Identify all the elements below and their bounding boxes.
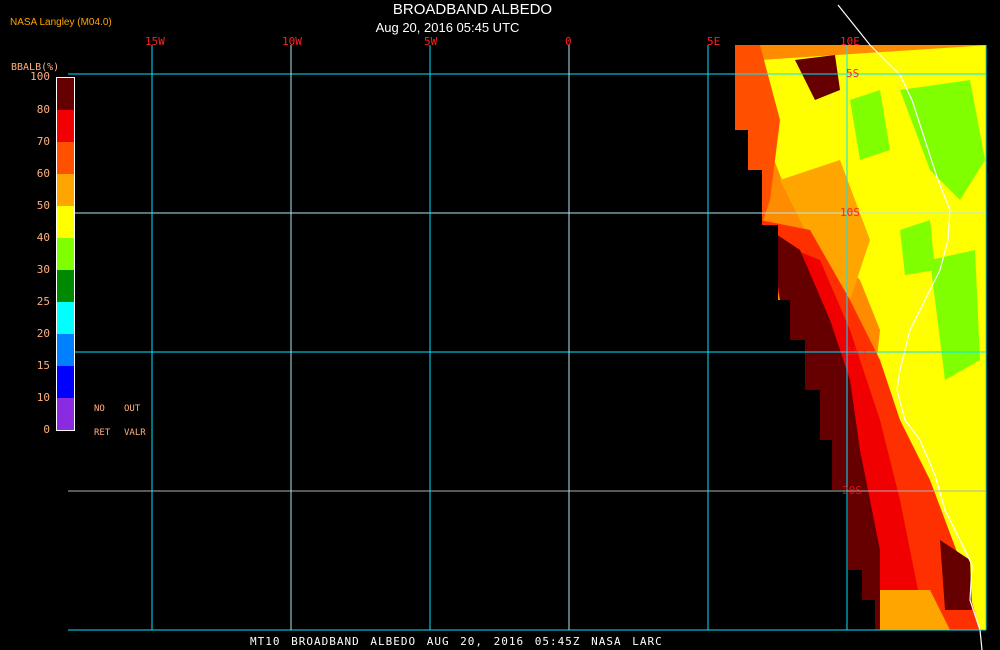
legend-tick: 30 <box>36 263 50 276</box>
legend-tick: 40 <box>36 231 50 244</box>
legend-tick: 80 <box>36 103 50 116</box>
albedo-data-field <box>722 45 986 630</box>
legend-swatch <box>57 398 74 430</box>
longitude-label: 10E <box>840 35 860 48</box>
legend-tick: 70 <box>36 135 50 148</box>
latitude-label: 5S <box>846 67 860 80</box>
legend-tick: 50 <box>36 199 50 212</box>
longitude-label: 5W <box>424 35 438 48</box>
legend-tick: 10 <box>36 391 50 404</box>
footer-caption: MT10 BROADBAND ALBEDO AUG 20, 2016 05:45… <box>250 635 663 648</box>
legend-swatch <box>57 110 74 142</box>
legend-tick: 60 <box>36 167 50 180</box>
legend-swatch <box>57 270 74 302</box>
no-ret-label: NO <box>94 404 105 414</box>
legend-tick: 20 <box>36 327 50 340</box>
legend-swatch <box>57 174 74 206</box>
out-valr-label: VALR <box>124 428 146 438</box>
longitude-label: 10W <box>282 35 302 48</box>
longitude-label: 5E <box>707 35 721 48</box>
latitude-label: 10S <box>840 206 860 219</box>
legend-tick: 100 <box>30 70 50 83</box>
map-timestamp: Aug 20, 2016 05:45 UTC <box>375 20 520 35</box>
legend-swatch <box>57 206 74 238</box>
map-title: BROADBAND ALBEDO <box>392 1 553 18</box>
legend-tick: 0 <box>43 423 50 436</box>
out-valr-label: OUT <box>124 404 141 414</box>
longitude-label: 0 <box>565 35 572 48</box>
color-scale-bar <box>56 77 75 431</box>
legend-swatch <box>57 142 74 174</box>
legend-swatch <box>57 366 74 398</box>
legend-tick: 25 <box>36 295 50 308</box>
longitude-label: 15W <box>145 35 165 48</box>
legend-swatch <box>57 238 74 270</box>
latitude-label: 20S <box>842 484 862 497</box>
albedo-map <box>68 4 987 650</box>
legend-tick: 15 <box>36 359 50 372</box>
producer-label: NASA Langley (M04.0) <box>10 17 112 28</box>
latitude-label: 15S <box>846 345 866 358</box>
legend-swatch <box>57 334 74 366</box>
legend-swatch <box>57 302 74 334</box>
no-ret-label: RET <box>94 428 111 438</box>
legend-swatch <box>57 78 74 110</box>
